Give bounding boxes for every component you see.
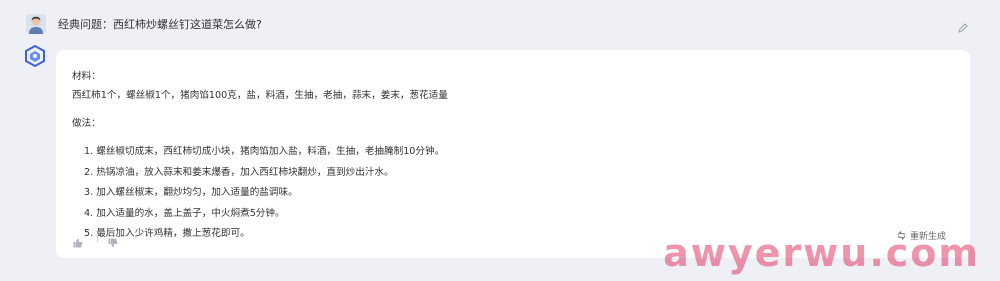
thumbs-down-icon[interactable]	[108, 233, 118, 248]
question-text: 经典问题：西红柿炒螺丝钉这道菜怎么做?	[58, 18, 262, 31]
watermark: awyerwu.com	[663, 231, 980, 275]
materials-text: 西红柿1个，螺丝椒1个，猪肉馅100克，盐，料酒，生抽，老抽，蒜末，姜末，葱花适…	[72, 90, 448, 101]
user-avatar-icon	[26, 14, 46, 34]
answer-card: 材料： 西红柿1个，螺丝椒1个，猪肉馅100克，盐，料酒，生抽，老抽，蒜末，姜末…	[56, 50, 970, 258]
divider	[97, 233, 98, 243]
step-item: 5. 最后加入少许鸡精，撒上葱花即可。	[84, 228, 250, 239]
pencil-icon[interactable]	[958, 18, 968, 33]
step-item: 2. 热锅凉油，放入蒜末和姜末爆香，加入西红柿块翻炒，直到炒出汁水。	[84, 166, 394, 178]
feedback-bar	[73, 233, 132, 248]
step-item: 1. 螺丝椒切成末，西红柿切成小块，猪肉馅加入盐，料酒，生抽，老抽腌制10分钟。	[84, 146, 445, 157]
step-item: 3. 加入螺丝椒末，翻炒均匀，加入适量的盐调味。	[84, 187, 298, 198]
answer-content: 材料： 西红柿1个，螺丝椒1个，猪肉馅100克，盐，料酒，生抽，老抽，蒜末，姜末…	[72, 67, 448, 245]
steps-list: 1. 螺丝椒切成末，西红柿切成小块，猪肉馅加入盐，料酒，生抽，老抽腌制10分钟。…	[72, 142, 448, 243]
materials-title: 材料：	[72, 71, 101, 82]
method-title: 做法：	[72, 118, 101, 129]
user-message: 经典问题：西红柿炒螺丝钉这道菜怎么做?	[26, 12, 262, 36]
thumbs-up-icon[interactable]	[73, 233, 83, 248]
step-item: 4. 加入适量的水，盖上盖子，中火焖煮5分钟。	[84, 207, 285, 219]
bot-logo-icon	[24, 44, 46, 68]
